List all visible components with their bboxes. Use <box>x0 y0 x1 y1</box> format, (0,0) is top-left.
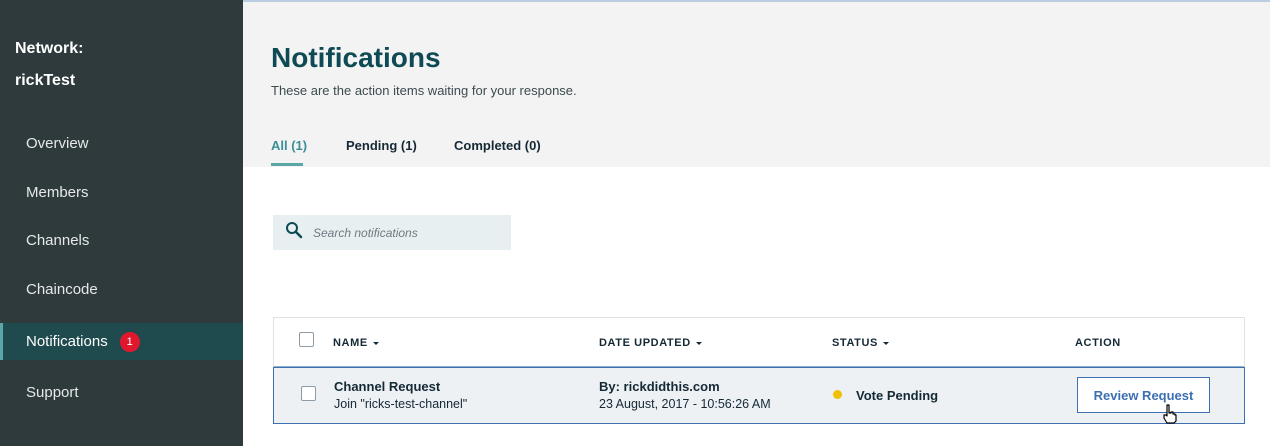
network-title: Network: rickTest <box>15 33 83 97</box>
sidebar-item-members[interactable]: Members <box>0 174 243 211</box>
sidebar-item-overview[interactable]: Overview <box>0 125 243 162</box>
column-header-label: NAME <box>333 337 368 349</box>
row-checkbox[interactable] <box>301 386 316 401</box>
network-name: rickTest <box>15 72 76 89</box>
column-header-name[interactable]: NAME <box>333 337 379 349</box>
sidebar-item-support[interactable]: Support <box>0 374 243 411</box>
page-subtitle: These are the action items waiting for y… <box>271 83 577 98</box>
search-icon[interactable] <box>285 221 303 244</box>
table-row[interactable]: Channel Request Join "ricks-test-channel… <box>273 367 1245 424</box>
column-header-label: STATUS <box>832 337 878 349</box>
page-header: Notifications These are the action items… <box>243 2 1270 167</box>
status-dot-icon <box>833 390 842 399</box>
caret-down-icon <box>882 341 889 345</box>
updated-by: By: rickdidthis.com <box>599 379 720 394</box>
sidebar-item-label: Overview <box>26 135 89 152</box>
tab-pending[interactable]: Pending (1) <box>346 138 417 153</box>
notification-detail: Join "ricks-test-channel" <box>334 397 468 411</box>
table-header: NAME DATE UPDATED STATUS ACTION <box>274 318 1244 367</box>
sidebar-item-channels[interactable]: Channels <box>0 222 243 259</box>
column-header-date-updated[interactable]: DATE UPDATED <box>599 337 702 349</box>
column-header-action: ACTION <box>1075 337 1121 349</box>
notification-count-badge: 1 <box>119 331 140 352</box>
search-box[interactable] <box>273 215 511 250</box>
caret-down-icon <box>695 341 702 345</box>
page-title: Notifications <box>271 42 441 73</box>
tab-completed[interactable]: Completed (0) <box>454 138 541 153</box>
hand-pointer-icon <box>1162 404 1178 429</box>
caret-down-icon <box>372 341 379 345</box>
network-label: Network: <box>15 40 84 57</box>
notification-name: Channel Request <box>334 379 441 394</box>
sidebar-item-label: Notifications <box>26 333 108 350</box>
date-updated: 23 August, 2017 - 10:56:26 AM <box>599 397 771 411</box>
sidebar-item-label: Support <box>26 384 79 401</box>
select-all-checkbox[interactable] <box>299 332 314 347</box>
search-input[interactable] <box>313 225 503 240</box>
sidebar-item-label: Chaincode <box>26 281 98 298</box>
tab-all[interactable]: All (1) <box>271 138 307 153</box>
review-request-button[interactable]: Review Request <box>1077 377 1210 413</box>
sidebar-item-chaincode[interactable]: Chaincode <box>0 271 243 308</box>
status-text: Vote Pending <box>856 388 939 403</box>
column-header-status[interactable]: STATUS <box>832 337 889 349</box>
notifications-table: NAME DATE UPDATED STATUS ACTION Channel … <box>273 317 1245 424</box>
sidebar-item-label: Channels <box>26 232 90 249</box>
active-tab-indicator <box>271 163 303 166</box>
sidebar-item-label: Members <box>26 184 89 201</box>
sidebar: Network: rickTest Overview Members Chann… <box>0 0 243 446</box>
column-header-label: DATE UPDATED <box>599 337 691 349</box>
sidebar-item-notifications[interactable]: Notifications 1 <box>0 323 243 360</box>
